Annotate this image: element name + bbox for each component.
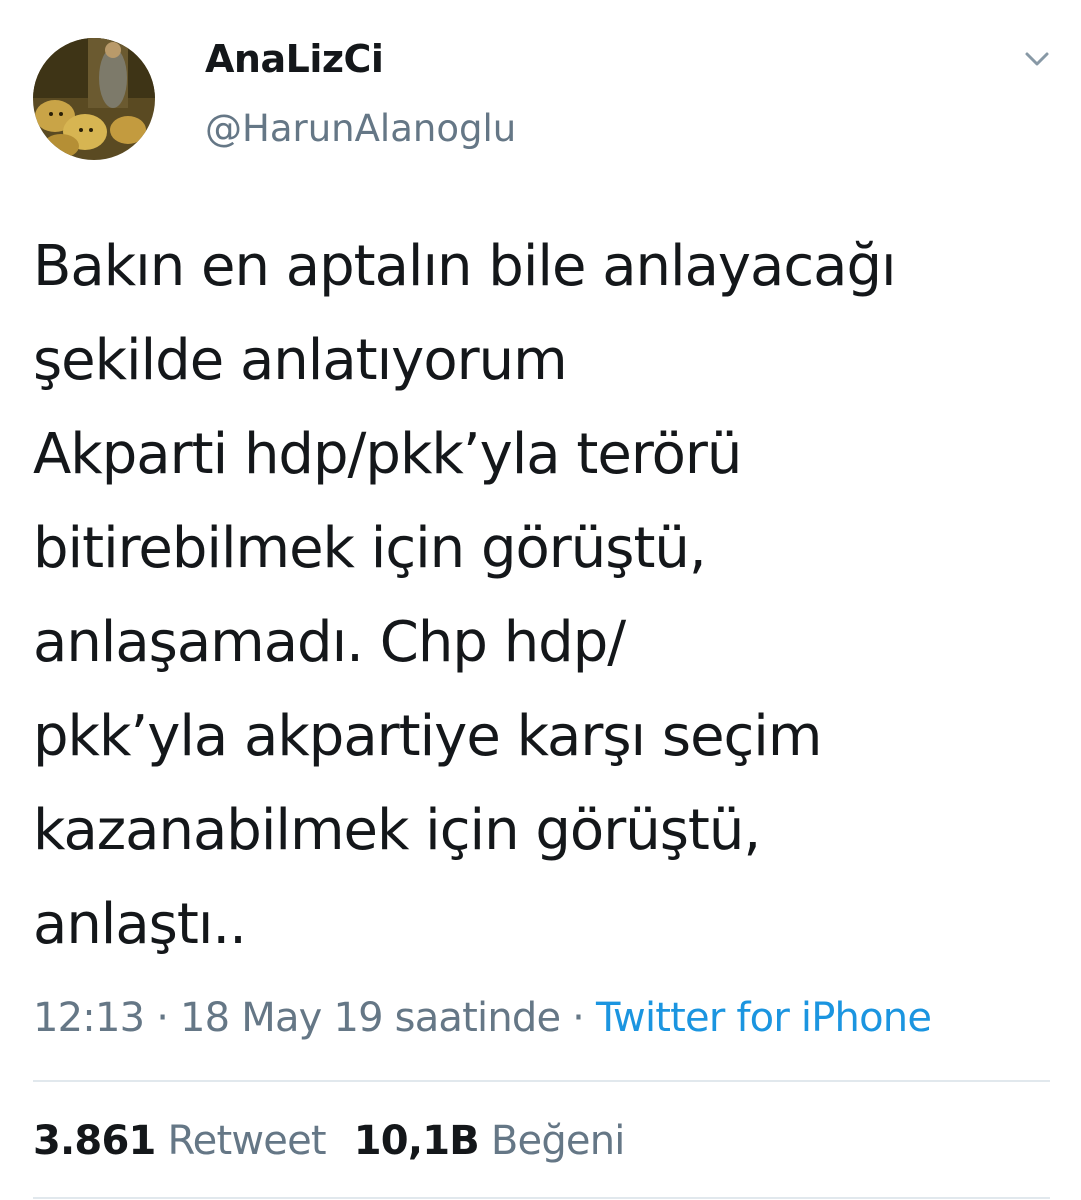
tweet-timestamp[interactable]: 12:13 · 18 May 19 saatinde · — [33, 995, 596, 1041]
like-label: Beğeni — [490, 1118, 626, 1164]
retweets-stat[interactable]: 3.861 Retweet — [33, 1118, 327, 1164]
tweet-line: şekilde anlatıyorum — [33, 328, 568, 393]
tweet-line: bitirebilmek için görüştü, — [33, 516, 707, 581]
divider — [33, 1080, 1050, 1082]
tweet-line: pkk’yla akpartiye karşı seçim — [33, 704, 822, 769]
tweet-line: Akparti hdp/pkk’yla terörü — [33, 422, 742, 487]
tweet-line: anlaşamadı. Chp hdp/ — [33, 610, 626, 675]
retweet-count: 3.861 — [33, 1118, 156, 1164]
avatar[interactable] — [33, 38, 155, 160]
likes-stat[interactable]: 10,1B Beğeni — [353, 1118, 626, 1164]
like-count: 10,1B — [353, 1118, 480, 1164]
tweet-text: Bakın en aptalın bile anlayacağı şekilde… — [33, 220, 1053, 972]
display-name[interactable]: AnaLizCi — [205, 34, 384, 84]
tweet-line: anlaştı.. — [33, 892, 247, 957]
retweet-label: Retweet — [167, 1118, 326, 1164]
chevron-down-icon[interactable] — [1016, 38, 1058, 80]
tweet-meta: 12:13 · 18 May 19 saatinde · Twitter for… — [33, 990, 932, 1046]
avatar-image — [33, 38, 155, 160]
user-handle[interactable]: @HarunAlanoglu — [205, 104, 516, 154]
tweet-line: kazanabilmek için görüştü, — [33, 798, 761, 863]
divider — [33, 1197, 1050, 1199]
tweet-stats: 3.861 Retweet 10,1B Beğeni — [33, 1113, 625, 1169]
tweet-line: Bakın en aptalın bile anlayacağı — [33, 234, 897, 299]
tweet-source-link[interactable]: Twitter for iPhone — [596, 995, 932, 1041]
